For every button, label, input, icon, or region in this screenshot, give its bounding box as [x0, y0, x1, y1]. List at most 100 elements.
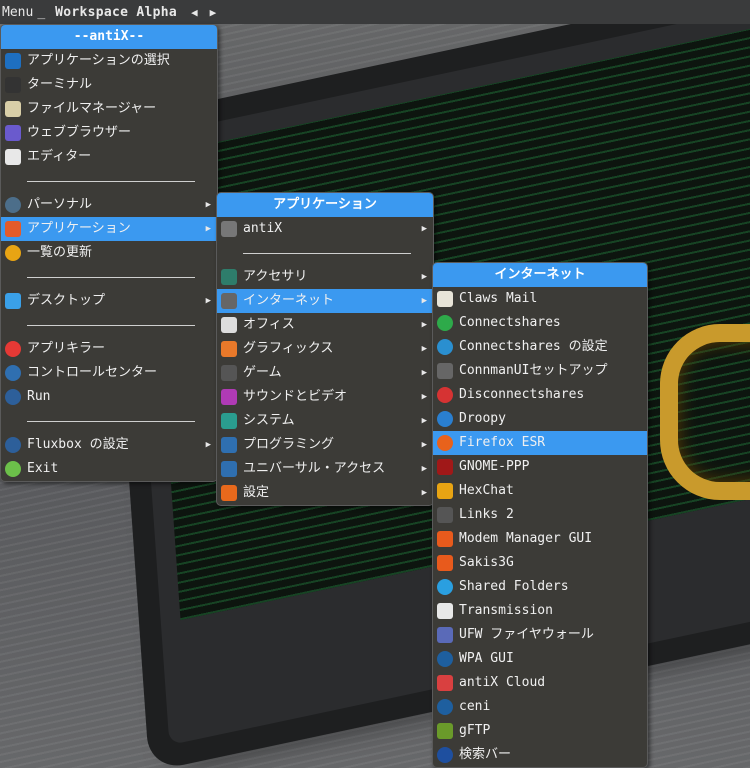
internet-menu-item-ceni[interactable]: ceni [433, 695, 647, 719]
apps-menu-item-network[interactable]: インターネット ▶ [217, 289, 433, 313]
apps-menu-item-label: サウンドとビデオ [243, 389, 348, 404]
apps-menu-item-accessibility[interactable]: ユニバーサル・アクセス ▶ [217, 457, 433, 481]
internet-menu-item-firefox[interactable]: Firefox ESR [433, 431, 647, 455]
internet-menu-item-label: Claws Mail [459, 291, 538, 306]
main-menu-item-control-center[interactable]: コントロールセンター [1, 361, 217, 385]
internet-menu-item-connectshares[interactable]: Connectshares [433, 311, 647, 335]
main-menu-item-desktop[interactable]: デスクトップ ▶ [1, 289, 217, 313]
submenu-arrow-icon: ▶ [421, 440, 427, 450]
gftp-icon [437, 723, 453, 739]
submenu-arrow-icon: ▶ [205, 296, 211, 306]
apps-menu-item-system[interactable]: システム ▶ [217, 409, 433, 433]
fluxbox-gear-icon [5, 437, 21, 453]
internet-menu-item-sakis3g[interactable]: Sakis3G [433, 551, 647, 575]
main-menu-item-refresh[interactable]: 一覧の更新 [1, 241, 217, 265]
apps-menu-item-accessories[interactable]: アクセサリ ▶ [217, 265, 433, 289]
internet-menu-item-label: Firefox ESR [459, 435, 546, 450]
internet-menu-item-search-bar-eye[interactable]: 検索バー [433, 743, 647, 767]
submenu-arrow-icon: ▶ [421, 224, 427, 234]
internet-menu-item-label: UFW ファイヤウォール [459, 627, 594, 642]
apps-menu-item-label: ゲーム [243, 365, 282, 380]
internet-menu-item-label: 検索バー [459, 747, 512, 762]
internet-menu-item-connectshares-config[interactable]: Connectshares の設定 [433, 335, 647, 359]
internet-menu-item-claws-mail[interactable]: Claws Mail [433, 287, 647, 311]
toolbar-menu-label[interactable]: Menu [0, 5, 35, 20]
file-manager-icon [5, 101, 21, 117]
internet-menu-item-label: antiX Cloud [459, 675, 546, 690]
internet-menu-item-gnome-ppp[interactable]: GNOME-PPP [433, 455, 647, 479]
sakis3g-icon [437, 555, 453, 571]
connectshares-config-icon [437, 339, 453, 355]
internet-menu-item-modem-manager[interactable]: Modem Manager GUI [433, 527, 647, 551]
programming-icon [221, 437, 237, 453]
cloud-icon [437, 675, 453, 691]
internet-menu-item-shared-folders[interactable]: Shared Folders [433, 575, 647, 599]
internet-menu-item-transmission[interactable]: Transmission [433, 599, 647, 623]
internet-menu-item-droopy[interactable]: Droopy [433, 407, 647, 431]
internet-menu-item-cloud[interactable]: antiX Cloud [433, 671, 647, 695]
main-menu-item-terminal[interactable]: ターミナル [1, 73, 217, 97]
apps-menu-item-games[interactable]: ゲーム ▶ [217, 361, 433, 385]
main-menu-item-run-gear[interactable]: Run [1, 385, 217, 409]
submenu-arrow-icon: ▶ [421, 416, 427, 426]
main-menu-item-label: エディター [27, 149, 92, 164]
run-gear-icon [5, 389, 21, 405]
internet-menu-item-label: HexChat [459, 483, 514, 498]
submenu-arrow-icon: ▶ [205, 200, 211, 210]
submenu-arrow-icon: ▶ [205, 440, 211, 450]
terminal-icon [5, 77, 21, 93]
main-menu-separator [1, 265, 217, 289]
apps-menu-item-multimedia[interactable]: サウンドとビデオ ▶ [217, 385, 433, 409]
network-icon [221, 293, 237, 309]
disconnectshares-icon [437, 387, 453, 403]
internet-menu-item-label: Droopy [459, 411, 506, 426]
internet-menu-item-links[interactable]: Links 2 [433, 503, 647, 527]
prev-workspace-button[interactable]: ◀ [191, 6, 198, 19]
apps-menu-item-programming[interactable]: プログラミング ▶ [217, 433, 433, 457]
workspace-name[interactable]: Workspace Alpha [53, 5, 179, 20]
internet-menu-item-label: Connectshares の設定 [459, 339, 608, 354]
main-menu-item-fluxbox-gear[interactable]: Fluxbox の設定 ▶ [1, 433, 217, 457]
submenu-arrow-icon: ▶ [421, 320, 427, 330]
internet-menu-item-wifi[interactable]: WPA GUI [433, 647, 647, 671]
hexchat-icon [437, 483, 453, 499]
apps-menu-item-antix[interactable]: antiX ▶ [217, 217, 433, 241]
accessories-icon [221, 269, 237, 285]
apps-menu-title: アプリケーション [217, 193, 433, 217]
main-menu-item-person[interactable]: パーソナル ▶ [1, 193, 217, 217]
main-menu-item-file-manager[interactable]: ファイルマネージャー [1, 97, 217, 121]
apps-menu-item-graphics[interactable]: グラフィックス ▶ [217, 337, 433, 361]
main-menu-item-label: ターミナル [27, 77, 93, 92]
next-workspace-button[interactable]: ▶ [210, 6, 217, 19]
submenu-arrow-icon: ▶ [421, 368, 427, 378]
main-menu-item-label: コントロールセンター [27, 365, 158, 380]
wifi-icon [437, 651, 453, 667]
main-menu-item-label: Run [27, 389, 51, 404]
internet-menu-item-hexchat[interactable]: HexChat [433, 479, 647, 503]
internet-menu-item-connman[interactable]: ConnmanUIセットアップ [433, 359, 647, 383]
internet-menu-item-label: Sakis3G [459, 555, 514, 570]
settings-icon [221, 485, 237, 501]
internet-menu-item-disconnectshares[interactable]: Disconnectshares [433, 383, 647, 407]
main-menu-item-editor[interactable]: エディター [1, 145, 217, 169]
main-menu-item-kill[interactable]: アプリキラー [1, 337, 217, 361]
main-menu-item-search[interactable]: アプリケーションの選択 [1, 49, 217, 73]
kill-icon [5, 341, 21, 357]
search-bar-eye-icon [437, 747, 453, 763]
system-icon [221, 413, 237, 429]
internet-menu-item-gftp[interactable]: gFTP [433, 719, 647, 743]
modem-manager-icon [437, 531, 453, 547]
connectshares-icon [437, 315, 453, 331]
submenu-arrow-icon: ▶ [421, 296, 427, 306]
apps-menu-item-settings[interactable]: 設定 ▶ [217, 481, 433, 505]
internet-menu-item-firewall[interactable]: UFW ファイヤウォール [433, 623, 647, 647]
internet-menu-item-label: Links 2 [459, 507, 514, 522]
main-menu-item-exit[interactable]: Exit [1, 457, 217, 481]
apps-menu-item-office[interactable]: オフィス ▶ [217, 313, 433, 337]
main-menu-item-browser[interactable]: ウェブブラウザー [1, 121, 217, 145]
main-menu-item-apps-grid[interactable]: アプリケーション ▶ [1, 217, 217, 241]
apps-menu-separator [217, 241, 433, 265]
submenu-arrow-icon: ▶ [205, 224, 211, 234]
main-menu-separator [1, 409, 217, 433]
browser-icon [5, 125, 21, 141]
